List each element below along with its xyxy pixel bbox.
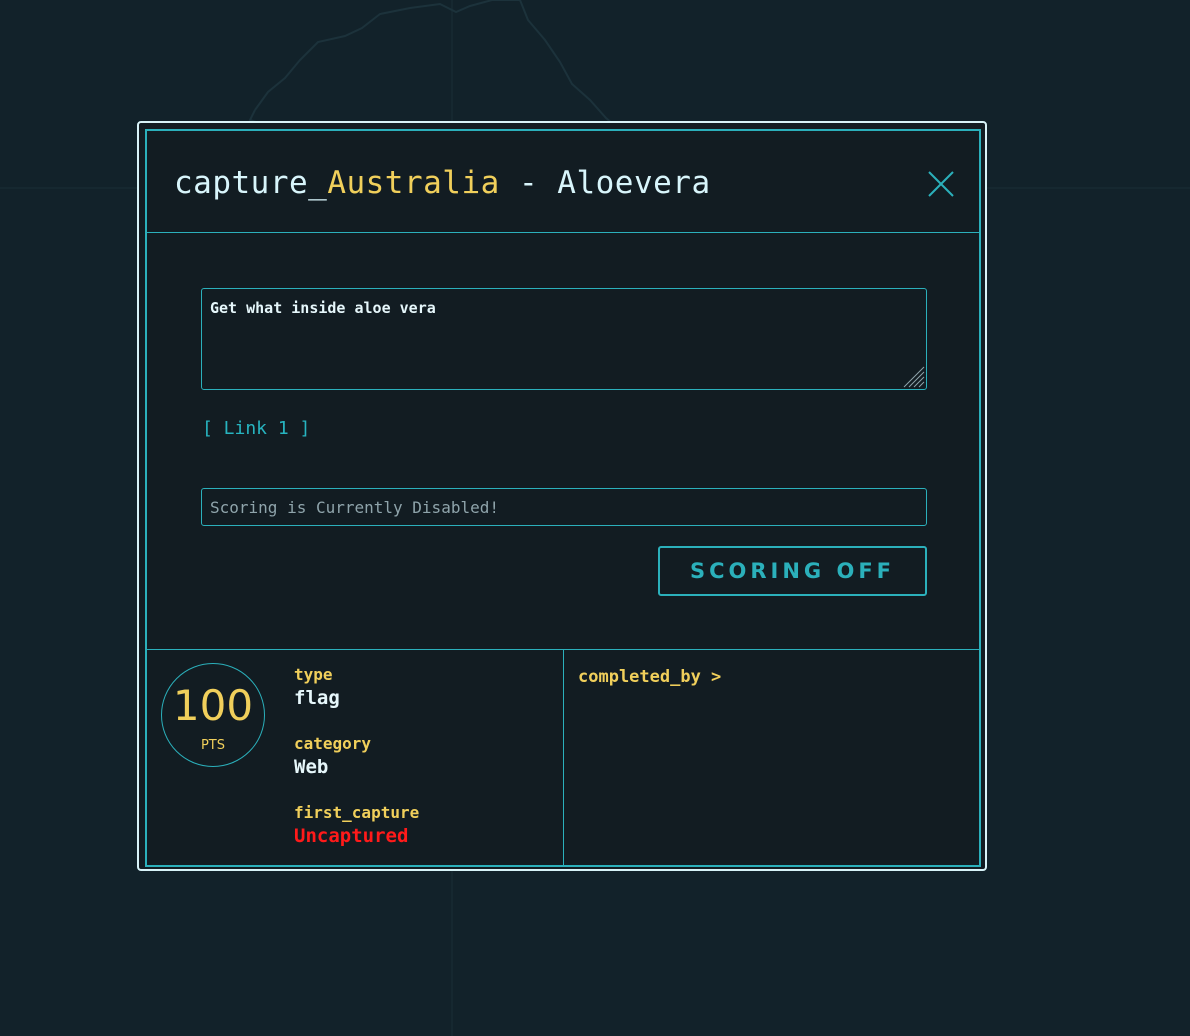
modal-header: capture_Australia - Aloevera bbox=[147, 131, 979, 233]
description-text: Get what inside aloe vera bbox=[210, 299, 436, 317]
modal-frame: capture_Australia - Aloevera Get what in… bbox=[145, 129, 981, 867]
modal-title: capture_Australia - Aloevera bbox=[174, 165, 711, 201]
close-button[interactable] bbox=[925, 168, 957, 200]
footer-divider bbox=[563, 650, 564, 866]
scoring-off-button[interactable]: SCORING OFF bbox=[658, 546, 927, 596]
first-capture-field: first_capture Uncaptured bbox=[294, 803, 419, 847]
title-challenge-name: Aloevera bbox=[557, 165, 711, 201]
category-field: category Web bbox=[294, 734, 371, 778]
category-label: category bbox=[294, 734, 372, 753]
challenge-footer: 100 PTS type flag category Web first_cap… bbox=[147, 649, 979, 866]
type-value: flag bbox=[294, 687, 340, 709]
flag-input[interactable] bbox=[201, 488, 927, 526]
title-prefix: capture_ bbox=[174, 165, 328, 201]
challenge-modal: capture_Australia - Aloevera Get what in… bbox=[137, 121, 987, 871]
description-box[interactable]: Get what inside aloe vera bbox=[201, 288, 927, 390]
title-separator: - bbox=[499, 165, 558, 201]
challenge-link[interactable]: [ Link 1 ] bbox=[202, 418, 310, 439]
title-country: Australia bbox=[327, 165, 500, 201]
type-field: type flag bbox=[294, 665, 340, 709]
type-label: type bbox=[294, 665, 333, 684]
points-unit: PTS bbox=[200, 738, 226, 753]
completed-by-toggle[interactable]: completed_by > bbox=[578, 667, 721, 687]
first-capture-value: Uncaptured bbox=[294, 825, 409, 847]
points-value: 100 bbox=[172, 681, 254, 730]
first-capture-label: first_capture bbox=[294, 803, 420, 822]
close-icon bbox=[928, 171, 954, 197]
category-value: Web bbox=[294, 756, 329, 778]
resize-grip-icon[interactable] bbox=[899, 362, 925, 388]
points-badge: 100 PTS bbox=[161, 663, 265, 767]
